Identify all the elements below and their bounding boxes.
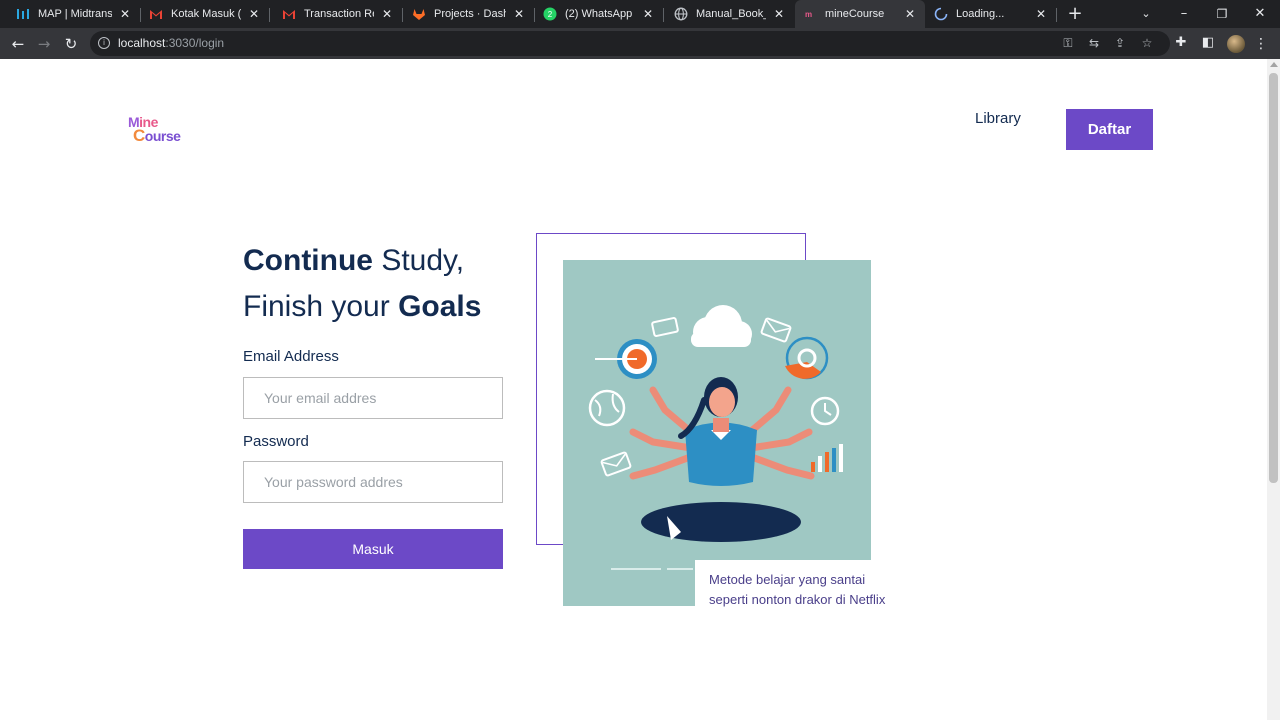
- password-label: Password: [243, 433, 309, 450]
- restore-icon[interactable]: ❐: [1204, 0, 1240, 28]
- more-menu-icon[interactable]: ⋮: [1254, 34, 1268, 54]
- page-scrollbar[interactable]: [1267, 59, 1280, 720]
- tab-close-icon[interactable]: ✕: [641, 7, 655, 21]
- tab-divider: [269, 8, 270, 22]
- minecourse-logo[interactable]: Mine Course: [128, 114, 184, 148]
- masuk-button[interactable]: Masuk: [243, 529, 503, 569]
- tab-divider: [1056, 8, 1057, 22]
- tab-search-chevron-icon[interactable]: ⌄: [1128, 0, 1164, 28]
- headline-study: Study,: [372, 244, 465, 277]
- browser-tab-bar: MAP | Midtrans ✕ Kotak Masuk (1.0 ✕ Tran…: [0, 0, 1280, 28]
- envelope-icon: [760, 317, 792, 343]
- translate-icon[interactable]: ⇆: [1086, 35, 1102, 51]
- caption-line-2: seperti nonton drakor di Netflix: [709, 592, 886, 607]
- share-icon[interactable]: ⇪: [1112, 35, 1128, 51]
- browser-tab[interactable]: Kotak Masuk (1.0 ✕: [141, 0, 269, 28]
- back-icon[interactable]: ←: [7, 33, 29, 55]
- logo-line-2: Course: [133, 126, 181, 146]
- browser-tab[interactable]: MAP | Midtrans ✕: [8, 0, 140, 28]
- tab-title: mineCourse: [825, 8, 885, 20]
- email-field[interactable]: [243, 377, 503, 419]
- tab-title: Projects · Dashbo: [434, 8, 506, 20]
- globe-icon: [588, 389, 626, 427]
- envelope-icon-2: [600, 451, 632, 477]
- bookmark-star-icon[interactable]: ☆: [1139, 35, 1155, 51]
- tab-close-icon[interactable]: ✕: [1034, 7, 1048, 21]
- whatsapp-icon: 2: [543, 7, 557, 21]
- browser-tab[interactable]: 2 (2) WhatsApp ✕: [535, 0, 663, 28]
- logo-text-ourse: ourse: [144, 128, 181, 144]
- browser-tab[interactable]: Transaction Repo ✕: [274, 0, 402, 28]
- tab-title: (2) WhatsApp: [565, 8, 633, 20]
- tab-close-icon[interactable]: ✕: [380, 7, 394, 21]
- side-panel-icon[interactable]: ◧: [1199, 34, 1217, 52]
- minecourse-icon: m: [803, 7, 817, 21]
- headline-bold-goals: Goals: [398, 290, 482, 323]
- chat-bubble-icon: [651, 317, 679, 337]
- extensions-puzzle-icon[interactable]: ✚: [1172, 34, 1190, 52]
- tab-title: MAP | Midtrans: [38, 8, 112, 20]
- profile-avatar[interactable]: [1227, 35, 1245, 53]
- tab-close-icon[interactable]: ✕: [772, 7, 786, 21]
- gmail-icon: [282, 7, 296, 21]
- page-title: Continue Study, Finish your Goals: [243, 238, 533, 330]
- browser-toolbar: ← → ↻ i localhost:3030/login ⚿ ⇆ ⇪ ☆ ✚ ◧: [0, 28, 1280, 59]
- browser-tab-active[interactable]: m mineCourse ✕: [795, 0, 925, 28]
- clock-icon: [810, 396, 840, 426]
- minimize-icon[interactable]: –: [1166, 0, 1202, 28]
- meditation-illustration: [563, 260, 871, 606]
- address-url[interactable]: localhost:3030/login: [118, 36, 224, 50]
- browser-tab[interactable]: Projects · Dashbo ✕: [404, 0, 534, 28]
- pie-chart-icon: [785, 336, 829, 380]
- tab-close-icon[interactable]: ✕: [512, 7, 526, 21]
- gitlab-icon: [412, 7, 426, 21]
- loading-spinner-icon: [934, 7, 948, 21]
- new-tab-icon[interactable]: +: [1066, 4, 1084, 24]
- url-host: localhost: [118, 36, 166, 50]
- globe-icon: [674, 7, 688, 21]
- reload-icon[interactable]: ↻: [60, 33, 82, 55]
- scroll-up-arrow-icon[interactable]: [1270, 62, 1278, 67]
- site-info-icon[interactable]: i: [98, 37, 110, 49]
- target-icon: [595, 339, 657, 379]
- tab-title: Kotak Masuk (1.0: [171, 8, 241, 20]
- close-window-icon[interactable]: ✕: [1242, 0, 1278, 28]
- key-icon[interactable]: ⚿: [1060, 35, 1076, 51]
- midtrans-icon: [16, 7, 30, 21]
- headline-finish-your: Finish your: [243, 290, 399, 323]
- headline-bold-continue: Continue: [243, 244, 373, 277]
- caption-line-1: Metode belajar yang santai: [709, 572, 866, 587]
- tab-title: Manual_Book_SIP: [696, 8, 766, 20]
- logo-letter-c: C: [133, 126, 145, 145]
- tab-divider: [663, 8, 664, 22]
- url-path: :3030/login: [165, 36, 225, 50]
- gmail-icon: [149, 7, 163, 21]
- tab-title: Loading...: [956, 8, 1005, 20]
- tab-title: Transaction Repo: [304, 8, 374, 20]
- address-bar[interactable]: i localhost:3030/login ⚿ ⇆ ⇪ ☆: [90, 31, 1170, 56]
- bar-chart-icon: [811, 444, 843, 472]
- scrollbar-thumb[interactable]: [1269, 73, 1278, 483]
- email-label: Email Address: [243, 348, 339, 365]
- svg-text:2: 2: [548, 10, 553, 19]
- tab-close-icon[interactable]: ✕: [903, 7, 917, 21]
- illustration-caption: Metode belajar yang santai seperti nonto…: [709, 570, 929, 610]
- svg-text:m: m: [805, 10, 812, 19]
- tab-close-icon[interactable]: ✕: [118, 7, 132, 21]
- browser-tab[interactable]: Manual_Book_SIP ✕: [666, 0, 794, 28]
- forward-icon[interactable]: →: [33, 33, 55, 55]
- tab-divider: [402, 8, 403, 22]
- browser-tab[interactable]: Loading... ✕: [926, 0, 1056, 28]
- daftar-button[interactable]: Daftar: [1066, 109, 1153, 150]
- tab-close-icon[interactable]: ✕: [247, 7, 261, 21]
- cloud-icon: [691, 305, 752, 347]
- password-field[interactable]: [243, 461, 503, 503]
- nav-library-link[interactable]: Library: [975, 110, 1021, 127]
